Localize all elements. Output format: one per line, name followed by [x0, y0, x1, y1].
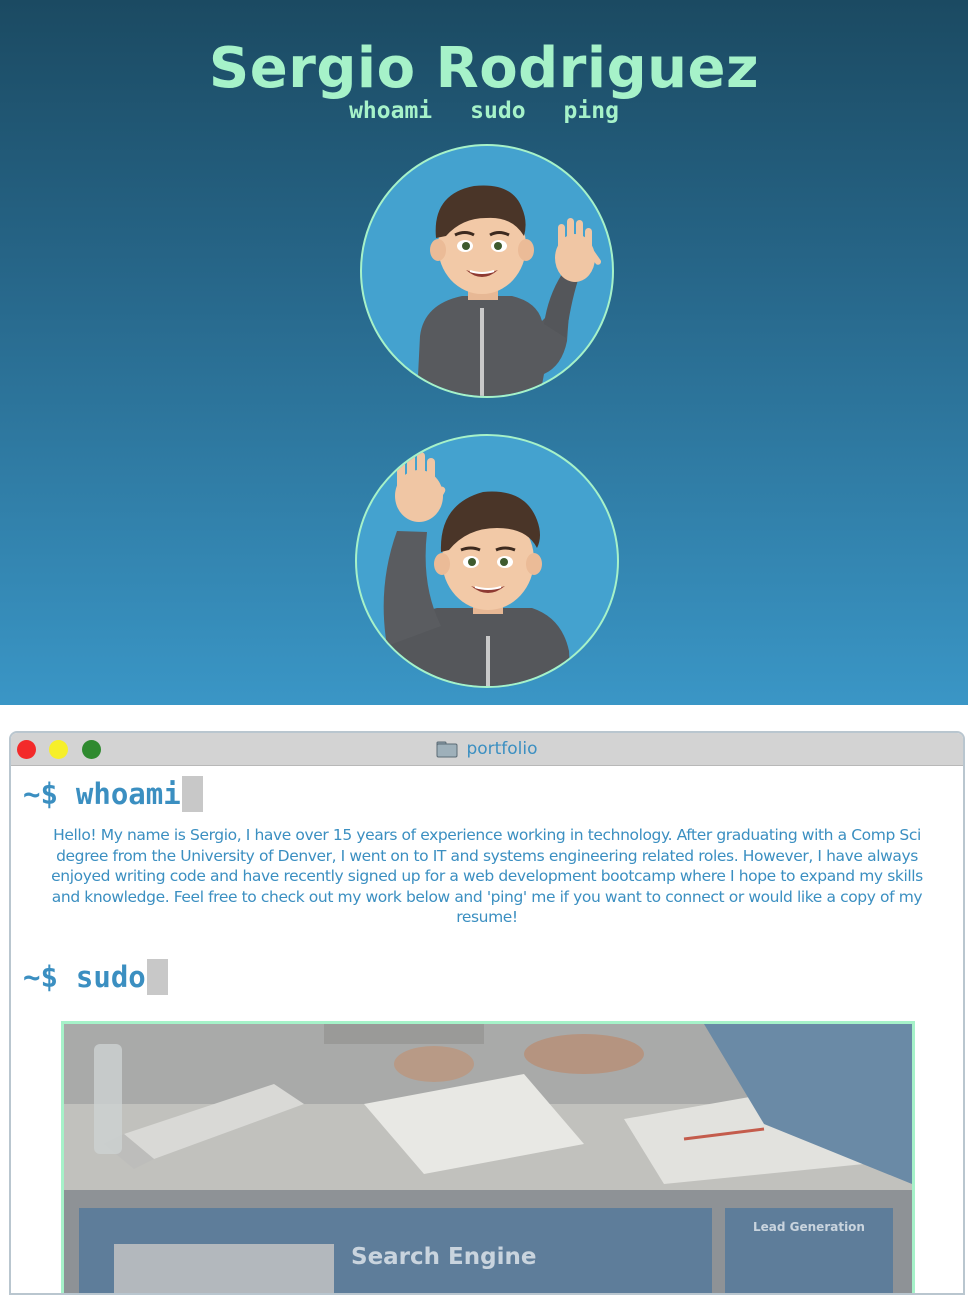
sudo-prompt: ~$ sudo: [23, 959, 168, 995]
hand-raised-memoji-avatar: [355, 434, 619, 688]
prompt-symbol: ~$: [23, 960, 58, 994]
nav-link-sudo[interactable]: sudo: [470, 96, 525, 126]
project-card-search-engine[interactable]: Search Engine Lead Generation: [61, 1021, 915, 1293]
command-sudo: sudo: [75, 960, 146, 994]
cursor-block: [146, 959, 168, 995]
hero-header: Sergio Rodriguez whoami sudo ping: [0, 0, 968, 705]
prompt-symbol: ~$: [23, 777, 58, 811]
project-thumbnail: [114, 1244, 334, 1293]
about-text: Hello! My name is Sergio, I have over 15…: [51, 826, 923, 926]
project-side-title: Lead Generation: [753, 1220, 865, 1234]
whoami-prompt: ~$ whoami: [23, 776, 203, 812]
terminal-titlebar: portfolio: [11, 733, 963, 766]
project-card-main[interactable]: Search Engine: [79, 1208, 712, 1293]
main-nav: whoami sudo ping: [0, 96, 968, 126]
terminal-window: portfolio ~$ whoami Hello! My name is Se…: [9, 731, 965, 1295]
project-title: Search Engine: [351, 1244, 537, 1270]
command-whoami: whoami: [75, 777, 181, 811]
waving-memoji-avatar: [360, 144, 614, 398]
site-title: Sergio Rodriguez: [208, 35, 760, 101]
terminal-title: portfolio: [11, 733, 963, 765]
terminal-title-text: portfolio: [466, 739, 538, 759]
nav-link-ping[interactable]: ping: [564, 96, 619, 126]
cursor-block: [181, 776, 203, 812]
project-card-side[interactable]: Lead Generation: [725, 1208, 893, 1293]
project-preview-image: [64, 1024, 912, 1190]
nav-link-whoami[interactable]: whoami: [349, 96, 432, 126]
folder-icon: [436, 741, 458, 758]
